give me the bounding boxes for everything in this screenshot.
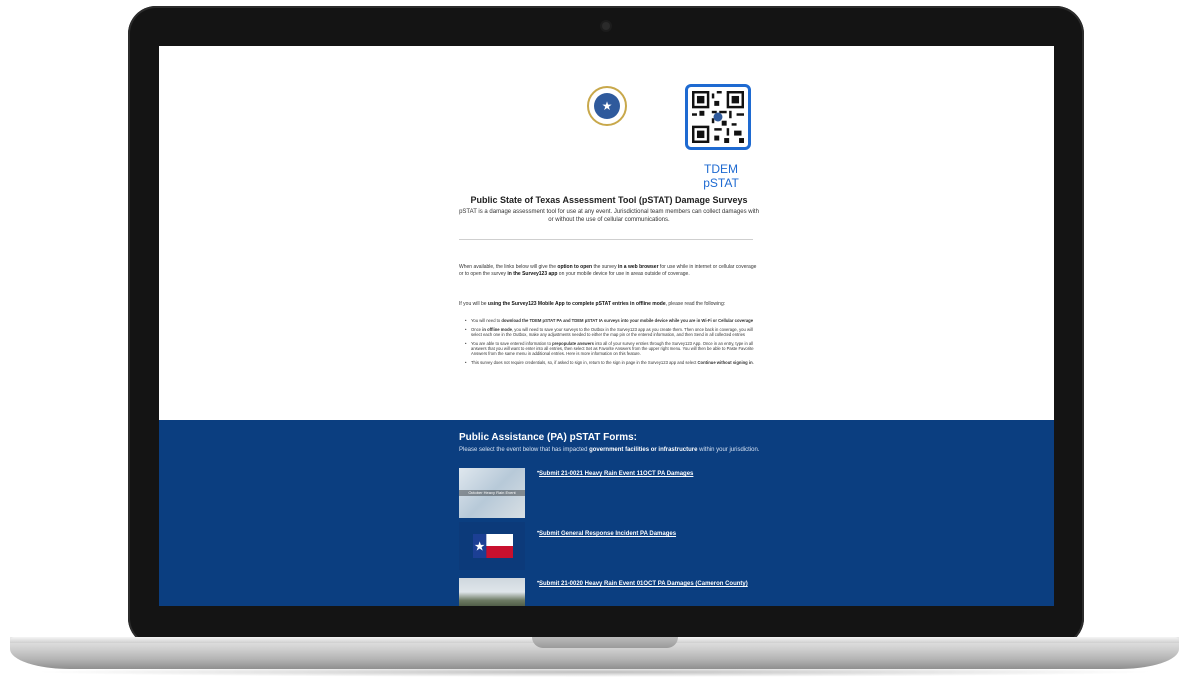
intro-text: the survey: [592, 264, 618, 270]
list-item-text: Once: [471, 326, 483, 332]
intro-text: When available, the links below will giv…: [459, 264, 558, 270]
pa-desc-emphasis: government facilities or infrastructure: [589, 447, 698, 453]
pa-desc-text: Please select the event below that has i…: [459, 447, 590, 453]
list-item-text: , you will need to save your surveys to …: [471, 326, 753, 337]
list-item: This survey does not require credentials…: [465, 360, 763, 366]
tdem-seal-logo: ★: [587, 86, 627, 126]
list-item-emphasis: Continue without signing in: [697, 360, 753, 365]
list-item-emphasis: in offline mode: [482, 326, 512, 332]
qr-code[interactable]: [685, 84, 751, 150]
qr-code-label: TDEM pSTAT: [703, 162, 739, 190]
intro-text: on your mobile device for use in areas o…: [557, 270, 690, 277]
webcam-icon: [602, 22, 610, 30]
instructions-list: You will need to download the TDEM pSTAT…: [465, 318, 763, 369]
intro-emphasis: option to open: [557, 264, 593, 270]
intro-emphasis: in a web browser: [617, 264, 659, 270]
thumbnail-label: October Heavy Rain Event: [459, 490, 525, 496]
event-thumbnail-photo: [459, 578, 525, 606]
pa-form-link[interactable]: Submit 21-0020 Heavy Rain Event 01OCT PA…: [539, 580, 769, 588]
list-item-text: You will need to: [471, 318, 502, 323]
page-title: Public State of Texas Assessment Tool (p…: [470, 195, 748, 205]
list-item-emphasis: download the TDEM pSTAT PA and TDEM pSTA…: [501, 318, 754, 323]
list-item-emphasis: prepopulate answers: [552, 340, 594, 346]
divider: [459, 239, 753, 240]
laptop-base: [10, 637, 1179, 669]
event-thumbnail-flag: [459, 522, 525, 570]
pa-section-description: Please select the event below that has i…: [459, 446, 769, 454]
intro-paragraph: When available, the links below will giv…: [459, 264, 759, 277]
offline-paragraph: If you will be using the Survey123 Mobil…: [459, 301, 759, 308]
pa-form-link[interactable]: Submit General Response Incident PA Dama…: [539, 530, 769, 538]
list-item: Once in offline mode, you will need to s…: [465, 327, 763, 338]
offline-emphasis: using the Survey123 Mobile App to comple…: [487, 301, 666, 307]
list-item: You will need to download the TDEM pSTAT…: [465, 318, 763, 324]
browser-screen: ★ TDEM pSTAT Public State of Texas Asses…: [159, 46, 1054, 606]
list-item-text: This survey does not require credentials…: [471, 360, 698, 365]
offline-text: If you will be: [459, 301, 488, 307]
qr-code-icon: [692, 91, 744, 143]
texas-flag-icon: [473, 534, 513, 558]
star-icon: ★: [594, 93, 620, 119]
list-item: You are able to save entered information…: [465, 341, 763, 357]
pa-section-title: Public Assistance (PA) pSTAT Forms:: [459, 432, 637, 443]
pa-desc-text: within your jurisdiction.: [697, 447, 760, 453]
laptop-notch: [532, 637, 678, 648]
list-item-text: .: [752, 360, 754, 365]
offline-text: , please read the following:: [665, 301, 726, 307]
intro-emphasis: in the Survey123 app: [507, 270, 558, 277]
page-subtitle: pSTAT is a damage assessment tool for us…: [459, 209, 759, 223]
event-thumbnail-map: October Heavy Rain Event: [459, 468, 525, 518]
list-item-text: You are able to save entered information…: [471, 340, 553, 346]
pa-form-link[interactable]: Submit 21-0021 Heavy Rain Event 11OCT PA…: [539, 470, 769, 478]
